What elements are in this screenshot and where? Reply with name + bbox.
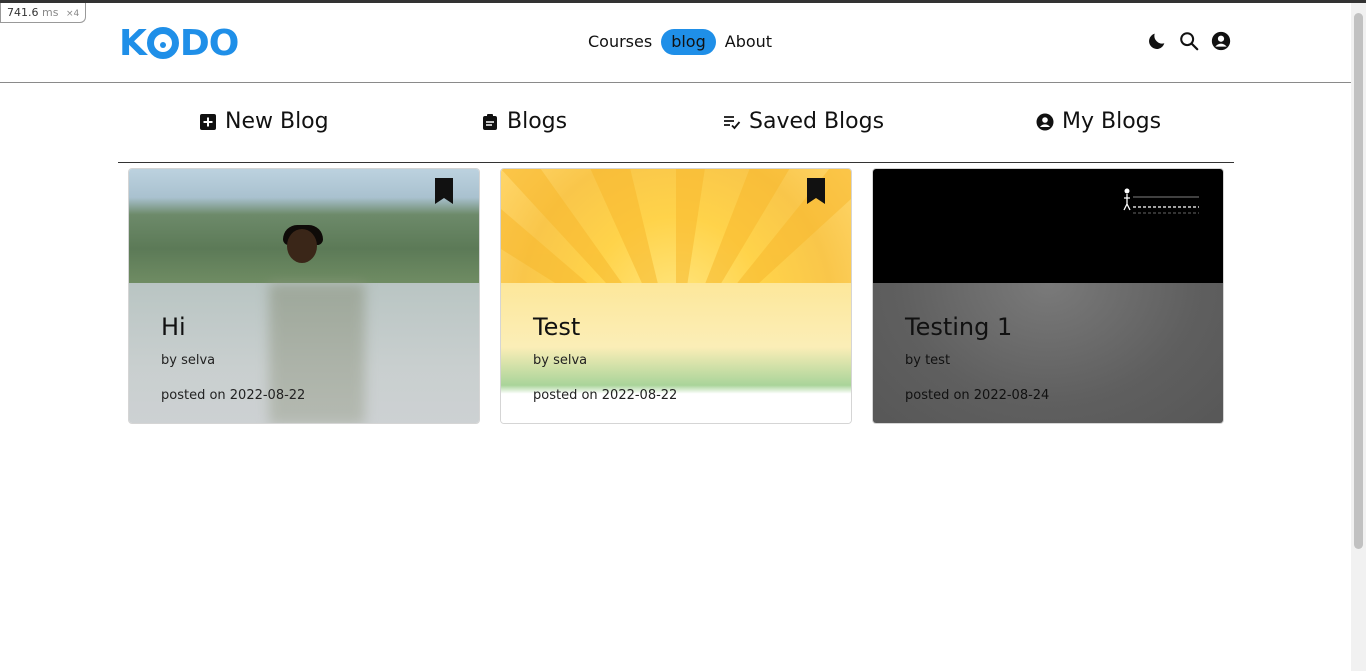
blog-tabs: New Blog Blogs Saved Blogs My Blogs: [118, 83, 1234, 163]
account-icon[interactable]: [1210, 30, 1232, 52]
blog-date: posted on 2022-08-22: [533, 388, 678, 403]
blog-card[interactable]: Testing 1 by test posted on 2022-08-24: [872, 168, 1224, 424]
logo-eye-icon: [146, 27, 179, 59]
blog-date: posted on 2022-08-24: [905, 388, 1050, 403]
plus-square-icon: [199, 113, 217, 131]
kodo-logo[interactable]: K DO: [119, 22, 239, 64]
blog-author: by test: [905, 353, 951, 368]
user-circle-icon: [1036, 113, 1054, 131]
nav-about-link[interactable]: About: [716, 29, 781, 55]
top-navbar: K DO Courses blog About: [0, 3, 1351, 83]
header-actions: [1146, 30, 1232, 52]
blog-date: posted on 2022-08-22: [161, 388, 306, 403]
blog-card-image: [129, 169, 479, 283]
tab-new-blog-label: New Blog: [225, 109, 329, 134]
search-icon[interactable]: [1178, 30, 1200, 52]
blog-card-body: Testing 1 by test posted on 2022-08-24: [873, 283, 1223, 423]
dark-mode-moon-icon[interactable]: [1146, 30, 1168, 52]
main-nav: Courses blog About: [588, 29, 781, 55]
blog-author: by selva: [161, 353, 216, 368]
devolution-brand-image: [1123, 188, 1199, 214]
tab-my-blogs[interactable]: My Blogs: [1036, 109, 1161, 134]
bookmark-icon[interactable]: [433, 177, 455, 205]
blog-title[interactable]: Test: [533, 313, 580, 341]
bookmark-icon[interactable]: [805, 177, 827, 205]
tab-saved-blogs-label: Saved Blogs: [749, 109, 885, 134]
blog-author: by selva: [533, 353, 588, 368]
person-photo: [277, 225, 327, 283]
sunburst-image: [501, 169, 851, 283]
tab-blogs[interactable]: Blogs: [481, 109, 567, 134]
blog-card-grid: Hi by selva posted on 2022-08-22 Test by…: [128, 168, 1224, 424]
nav-blog-link[interactable]: blog: [661, 29, 716, 55]
list-check-icon: [723, 113, 741, 131]
tab-saved-blogs[interactable]: Saved Blogs: [723, 109, 884, 134]
blog-card-body: Hi by selva posted on 2022-08-22: [129, 283, 479, 423]
blog-title[interactable]: Hi: [161, 313, 186, 341]
blog-card-body: Test by selva posted on 2022-08-22: [501, 283, 851, 423]
blog-card[interactable]: Hi by selva posted on 2022-08-22: [128, 168, 480, 424]
nav-courses-link[interactable]: Courses: [588, 29, 661, 55]
blog-card-image: [501, 169, 851, 283]
blog-title[interactable]: Testing 1: [905, 313, 1012, 341]
tab-blogs-label: Blogs: [507, 109, 568, 134]
logo-letters-do: DO: [179, 22, 239, 64]
tab-my-blogs-label: My Blogs: [1062, 109, 1162, 134]
clipboard-icon: [481, 113, 499, 131]
tab-new-blog[interactable]: New Blog: [199, 109, 329, 134]
scrollbar-thumb[interactable]: [1354, 13, 1363, 549]
blog-card[interactable]: Test by selva posted on 2022-08-22: [500, 168, 852, 424]
logo-letter-k: K: [119, 22, 147, 64]
blog-card-image: [873, 169, 1223, 283]
page-scrollbar[interactable]: [1351, 3, 1366, 671]
